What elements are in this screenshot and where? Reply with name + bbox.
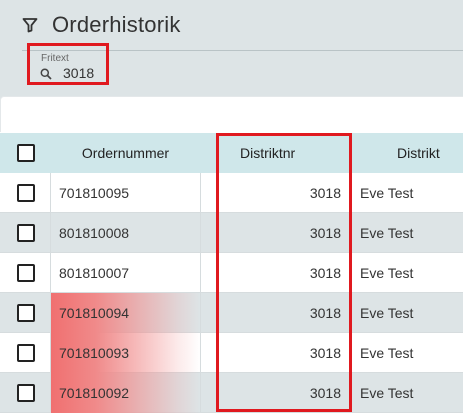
district-number: 3018	[309, 385, 341, 401]
district-number: 3018	[309, 305, 341, 321]
order-number: 701810094	[59, 305, 130, 321]
page-title: Orderhistorik	[52, 12, 181, 37]
column-divider	[200, 173, 201, 213]
row-checkbox[interactable]	[17, 304, 35, 322]
order-number: 801810008	[59, 225, 130, 241]
table-row[interactable]: 701810092 3018 Eve Test	[0, 373, 463, 413]
district-name: Eve Test	[360, 225, 414, 241]
district-name: Eve Test	[360, 345, 414, 361]
title-row: Orderhistorik	[22, 12, 181, 38]
district-number: 3018	[309, 225, 341, 241]
column-divider	[50, 333, 51, 373]
column-header-distrikt[interactable]: Distrikt	[397, 133, 440, 173]
select-all-cell	[17, 133, 35, 173]
row-select-cell	[17, 213, 35, 253]
table-row[interactable]: 701810093 3018 Eve Test	[0, 333, 463, 373]
order-number: 701810095	[59, 185, 130, 201]
column-divider	[50, 213, 51, 253]
column-divider	[200, 333, 201, 373]
district-number: 3018	[309, 185, 341, 201]
column-divider	[200, 213, 201, 253]
column-divider	[50, 173, 51, 213]
row-select-cell	[17, 373, 35, 413]
district-name: Eve Test	[360, 305, 414, 321]
column-header-label: Distrikt	[397, 145, 440, 161]
table-row[interactable]: 701810094 3018 Eve Test	[0, 293, 463, 333]
row-select-cell	[17, 293, 35, 333]
column-divider	[200, 293, 201, 333]
top-bar: Orderhistorik Fritext 3018	[0, 0, 463, 100]
table-header: Ordernummer Distriktnr Distrikt	[0, 133, 463, 173]
column-header-label: Distriktnr	[240, 145, 296, 161]
column-header-ordernummer[interactable]: Ordernummer	[51, 133, 200, 173]
select-all-checkbox[interactable]	[17, 144, 35, 162]
order-number: 801810007	[59, 265, 130, 281]
search-label: Fritext	[41, 53, 69, 64]
district-number: 3018	[309, 265, 341, 281]
district-number: 3018	[309, 345, 341, 361]
order-number: 701810092	[59, 385, 130, 401]
district-name: Eve Test	[360, 385, 414, 401]
row-checkbox[interactable]	[17, 184, 35, 202]
column-divider	[200, 373, 201, 413]
row-checkbox[interactable]	[17, 264, 35, 282]
column-divider	[200, 253, 201, 293]
row-checkbox[interactable]	[17, 224, 35, 242]
district-name: Eve Test	[360, 265, 414, 281]
table-row[interactable]: 801810007 3018 Eve Test	[0, 253, 463, 293]
table-row[interactable]: 801810008 3018 Eve Test	[0, 213, 463, 253]
table-row[interactable]: 701810095 3018 Eve Test	[0, 173, 463, 213]
row-select-cell	[17, 333, 35, 373]
row-checkbox[interactable]	[17, 344, 35, 362]
row-select-cell	[17, 173, 35, 213]
column-header-distriktnr[interactable]: Distriktnr	[240, 133, 295, 173]
filter-icon[interactable]	[22, 17, 38, 33]
column-divider	[50, 253, 51, 293]
search-input[interactable]: 3018	[63, 65, 94, 81]
table-toolbar	[0, 96, 463, 132]
district-name: Eve Test	[360, 185, 414, 201]
column-divider	[50, 293, 51, 333]
column-header-label: Ordernummer	[81, 145, 170, 161]
order-number: 701810093	[59, 345, 130, 361]
row-checkbox[interactable]	[17, 384, 35, 402]
column-divider	[50, 373, 51, 413]
row-select-cell	[17, 253, 35, 293]
search-icon	[40, 68, 52, 80]
search-field[interactable]: Fritext 3018	[27, 43, 109, 85]
